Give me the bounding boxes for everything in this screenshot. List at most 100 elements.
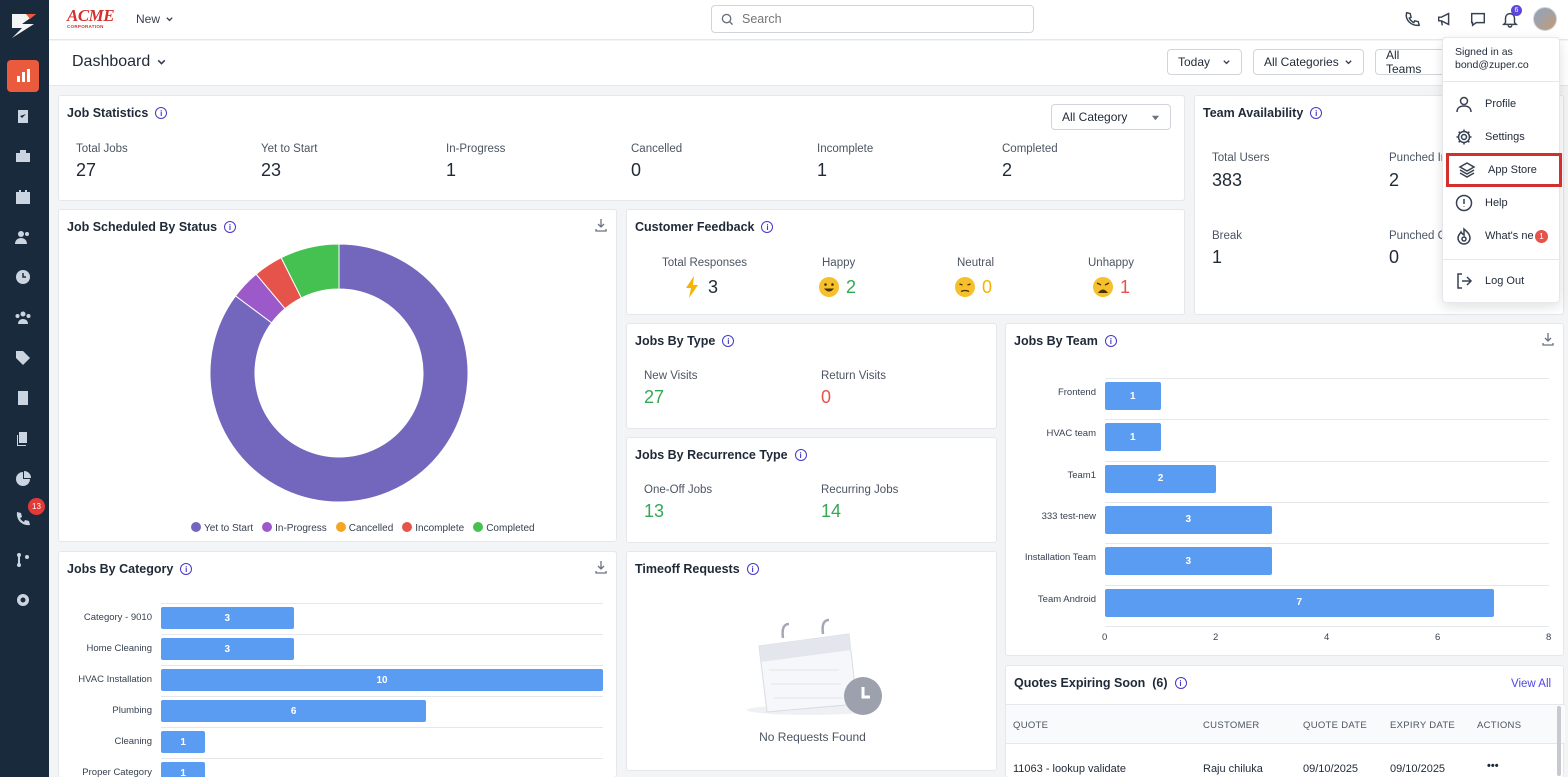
sidebar-item-reports[interactable]: [7, 463, 39, 495]
info-icon[interactable]: i: [180, 563, 193, 575]
bar-category-label: Team Android: [1037, 593, 1096, 605]
bar[interactable]: 2: [1105, 464, 1216, 493]
jobs-by-category-title: Jobs By Category i: [67, 562, 193, 576]
user-avatar[interactable]: [1533, 7, 1557, 31]
quotes-count: (6): [1152, 676, 1168, 690]
legend-item[interactable]: Incomplete: [402, 522, 464, 534]
info-icon[interactable]: i: [1174, 677, 1187, 689]
download-icon[interactable]: [594, 560, 608, 574]
sidebar-item-settings[interactable]: [7, 584, 39, 616]
bar[interactable]: 3: [1105, 505, 1272, 534]
sidebar-item-customers[interactable]: [7, 221, 39, 253]
menu-item-label: What's ne: [1485, 230, 1534, 242]
happy-label: Happy: [822, 257, 856, 269]
jobs-by-recurrence-card: Jobs By Recurrence Type i One-Off Jobs 1…: [626, 437, 997, 543]
info-icon[interactable]: i: [746, 563, 759, 575]
bar[interactable]: 1: [161, 762, 206, 777]
grid-line: [161, 634, 603, 635]
bar[interactable]: 3: [161, 638, 294, 660]
zuper-logo-icon[interactable]: [8, 10, 40, 42]
menu-item-logout[interactable]: Log Out: [1451, 268, 1555, 294]
dashboard-title-dropdown[interactable]: Dashboard: [72, 53, 167, 71]
scrollbar[interactable]: [1557, 706, 1561, 776]
phone-call-button[interactable]: [1403, 10, 1423, 30]
users-icon: [15, 231, 29, 244]
legend-item[interactable]: Completed: [473, 522, 535, 534]
sidebar-item-documents[interactable]: [7, 423, 39, 455]
bar[interactable]: 1: [1105, 423, 1161, 452]
menu-item-settings[interactable]: Settings: [1451, 124, 1555, 150]
info-icon[interactable]: i: [722, 335, 735, 347]
break-value: 1: [1212, 247, 1223, 267]
bar[interactable]: 10: [161, 669, 603, 691]
top-bar: ACME CORPORATION New 6: [49, 0, 1568, 40]
new-button[interactable]: New: [136, 12, 174, 26]
page-title: Dashboard: [72, 53, 151, 70]
bar[interactable]: 7: [1105, 588, 1494, 617]
logout-icon: [1457, 273, 1473, 289]
sidebar-item-timesheets[interactable]: [7, 261, 39, 293]
download-icon[interactable]: [594, 218, 608, 232]
bar[interactable]: 1: [161, 731, 206, 753]
sidebar-item-teams[interactable]: [7, 302, 39, 334]
brand-word: ACME: [67, 6, 115, 25]
menu-item-profile[interactable]: Profile: [1451, 91, 1555, 117]
info-icon[interactable]: i: [224, 221, 237, 233]
jobs-by-recurrence-title: Jobs By Recurrence Type i: [635, 448, 807, 462]
menu-item-app-store[interactable]: App Store: [1446, 153, 1562, 187]
x-axis-tick-label: 8: [1546, 631, 1552, 643]
row-actions-button[interactable]: •••: [1487, 760, 1499, 772]
timeoff-requests-card: Timeoff Requests i No Requests Found: [626, 551, 997, 771]
info-icon[interactable]: i: [794, 449, 807, 461]
menu-item-help[interactable]: Help: [1451, 190, 1555, 216]
job-stat-value: 23: [261, 160, 282, 180]
jobs-by-category-card: Jobs By Category i Category - 9010 3 Home …: [58, 551, 617, 777]
sidebar-item-pricing[interactable]: [7, 342, 39, 374]
category-filter[interactable]: All Category: [1051, 104, 1171, 130]
sidebar-item-schedule[interactable]: [7, 181, 39, 213]
info-icon[interactable]: i: [1104, 335, 1117, 347]
user-icon: [1456, 96, 1472, 113]
sidebar-item-dashboard[interactable]: [7, 60, 39, 92]
teams-filter[interactable]: All Teams: [1375, 48, 1445, 76]
info-icon[interactable]: i: [761, 221, 774, 233]
neutral-value: 0: [982, 276, 993, 297]
search-input[interactable]: [742, 12, 1022, 26]
categories-filter[interactable]: All Categories: [1253, 49, 1364, 75]
legend-item[interactable]: Yet to Start: [191, 522, 253, 534]
info-icon[interactable]: i: [155, 107, 168, 119]
view-all-link[interactable]: View All: [1511, 678, 1551, 690]
sidebar-item-workflows[interactable]: [7, 544, 39, 576]
bar-category-label: Frontend: [1057, 387, 1096, 398]
bar[interactable]: 3: [1105, 547, 1272, 576]
legend-item[interactable]: Cancelled: [335, 522, 393, 534]
job-stat-label: Yet to Start: [261, 143, 318, 155]
donut-chart: [209, 243, 469, 503]
quote-cell[interactable]: 11063 - lookup validate: [1013, 763, 1126, 775]
search-box[interactable]: [711, 5, 1034, 33]
layers-icon: [1458, 162, 1476, 178]
date-filter[interactable]: Today: [1167, 49, 1242, 75]
bar[interactable]: 6: [161, 700, 427, 722]
branch-icon: [17, 553, 29, 567]
user-menu: Signed in as bond@zuper.co Profile Setti…: [1442, 37, 1562, 303]
grid-line: [1105, 501, 1549, 503]
job-stat-label: Completed: [1002, 143, 1058, 155]
card-title-text: Jobs By Type: [635, 334, 716, 348]
sidebar-item-assets[interactable]: [7, 140, 39, 172]
legend-item[interactable]: In-Progress: [262, 522, 327, 534]
bar-category-label: Installation Team: [1024, 552, 1096, 564]
acme-logo[interactable]: ACME CORPORATION: [67, 7, 117, 30]
info-icon[interactable]: i: [1310, 107, 1323, 119]
empty-calendar-illustration: [747, 618, 882, 715]
bar[interactable]: 3: [161, 607, 294, 629]
customer-cell: Raju chiluka: [1203, 763, 1263, 775]
download-icon[interactable]: [1541, 332, 1555, 346]
sidebar-item-invoices[interactable]: [7, 382, 39, 414]
announcements-button[interactable]: [1436, 10, 1456, 30]
bar[interactable]: 1: [1105, 382, 1161, 410]
menu-item-whats-new[interactable]: What's ne 1: [1451, 223, 1555, 249]
sidebar-item-jobs[interactable]: [7, 100, 39, 132]
job-statistics-title: Job Statistics i: [67, 106, 168, 120]
chat-button[interactable]: [1469, 10, 1489, 30]
